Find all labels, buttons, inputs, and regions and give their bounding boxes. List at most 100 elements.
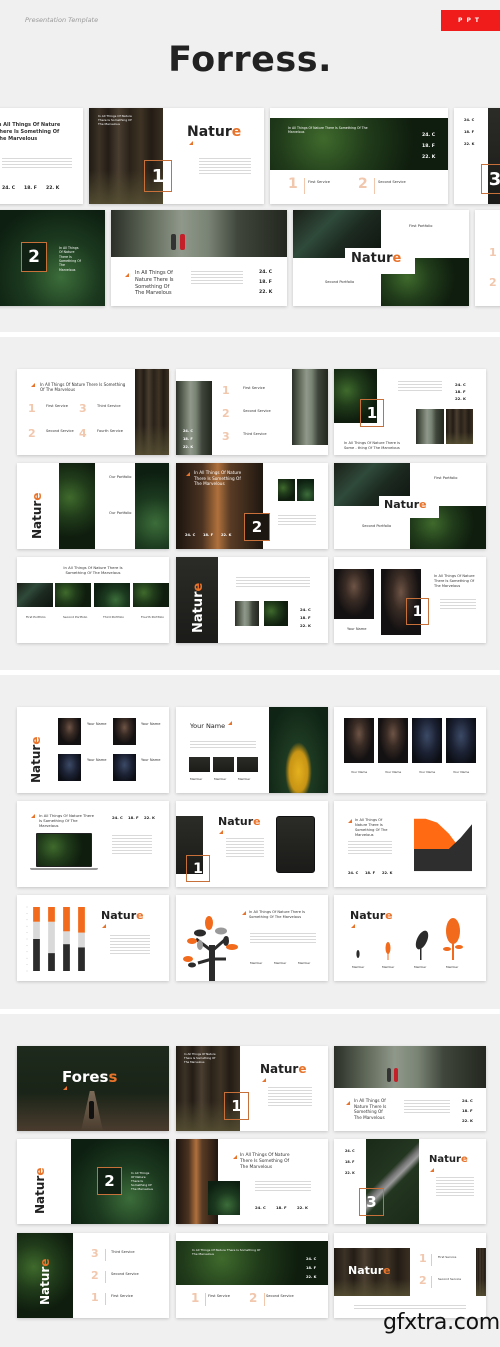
slide-tree-infographic[interactable]: In All Things Of Nature There Is Somethi…	[176, 895, 328, 981]
slide-nature-intro[interactable]: In All Things Of Nature There Is Somethi…	[89, 108, 264, 204]
stat-kelvin: 22. K	[464, 142, 475, 146]
stat-fahrenheit: 18. F	[128, 815, 139, 820]
member-name: Your Name	[351, 770, 368, 774]
bar-orange-3	[63, 907, 70, 932]
service-number: 2	[28, 427, 36, 440]
slide-four-services[interactable]: In All Things Of Nature There Is Somethi…	[17, 369, 169, 455]
slide-number-three-partial[interactable]: 24. C 18. F 22. K 3	[454, 108, 500, 204]
member-name: Your Name	[141, 722, 161, 726]
divider	[264, 1293, 265, 1306]
slide-team-four[interactable]: Nature Your Name Your Name Your Name You…	[17, 707, 169, 793]
slide-services-vertical[interactable]: Nature 3 Third Service 2 Second Service …	[17, 1233, 169, 1318]
slide-number-two[interactable]: 2 In All Things Of Nature There Is Somet…	[0, 210, 105, 306]
member-label: Member	[352, 965, 365, 969]
slide-number-two-vertical[interactable]: Nature 2 In All Things Of Nature There I…	[17, 1139, 169, 1224]
slide-number-two-sunset[interactable]: In All Things Of Nature There Is Somethi…	[176, 463, 328, 549]
slide-portfolio-nature[interactable]: Nature First Portfolio Second Portfolio	[293, 210, 469, 306]
stat-fahrenheit: 18. F	[365, 871, 376, 875]
stat-fahrenheit: 18. F	[24, 186, 37, 191]
bar-orange-1	[33, 907, 40, 922]
slide-bar-chart[interactable]: Nature	[17, 895, 169, 981]
portfolio-title: Third Portfolio	[103, 615, 124, 619]
body-text	[191, 271, 243, 286]
slide-laptop-mockup[interactable]: In All Things Of Nature There Is Somethi…	[17, 801, 169, 887]
hiker-red	[180, 234, 185, 250]
stat-fahrenheit: 18. F	[462, 1108, 473, 1113]
service-title: Fourth Service	[97, 429, 124, 433]
slide-nature-intro-2[interactable]: In All Things Of Nature There Is Somethi…	[176, 1046, 328, 1131]
hikers-photo	[111, 210, 287, 257]
leaf-orange	[187, 938, 197, 944]
slide-nature-vertical-dark[interactable]: Nature 24. C 18. F 22. K	[176, 557, 328, 643]
slide-heading: In All Things Of Nature There Is Somethi…	[40, 382, 126, 393]
slide-stats-partial[interactable]: In All Things Of Nature There Is Somethi…	[0, 108, 83, 204]
service-title: First Service	[308, 180, 330, 184]
body-text	[199, 158, 251, 176]
stat-fahrenheit: 18. F	[306, 1266, 317, 1270]
hiker-dark	[387, 1068, 391, 1082]
slide-team-row[interactable]: Your Name Your Name Your Name Your Name	[334, 707, 486, 793]
leaf-gray	[197, 940, 203, 950]
slide-portfolio-nature-small[interactable]: Nature First Portfolio Second Portfolio	[334, 463, 486, 549]
member-name: Your Name	[453, 770, 470, 774]
watermark: gfxtra.com	[383, 1310, 500, 1335]
accent-mark	[262, 1078, 266, 1082]
member-name: Your Name	[347, 627, 367, 631]
page-title: Forress.	[168, 40, 332, 80]
slide-our-portfolio[interactable]: Nature Our Portfolio Our Portfolio	[17, 463, 169, 549]
slide-number-three-road[interactable]: 24. C 18. F 22. K 3 Nature	[334, 1139, 486, 1224]
slide-services-banner[interactable]: In All Things Of Nature There Is Somethi…	[270, 108, 448, 204]
slide-tablet-mockup[interactable]: 1 Nature	[176, 801, 328, 887]
service-number: 1	[222, 384, 230, 397]
divider	[431, 1276, 432, 1288]
stat-kelvin: 22. K	[455, 396, 466, 401]
slide-area-chart[interactable]: In All Things Of Nature There Is Somethi…	[334, 801, 486, 887]
slide-heading: In All Things Of Nature There Is Somethi…	[194, 470, 242, 487]
slide-foress-cover[interactable]: Foress	[17, 1046, 169, 1131]
slide-three-services[interactable]: 24. C 18. F 22. K 1 First Service 2 Seco…	[176, 369, 328, 455]
fern-photo	[0, 210, 105, 306]
slide-growth-infographic[interactable]: Nature Member Member Member Member	[334, 895, 486, 981]
bar-dark-1	[33, 939, 40, 971]
member-label: Member	[250, 961, 263, 965]
accent-mark	[219, 830, 223, 834]
member-label: Member	[238, 777, 251, 781]
service-number: 2	[489, 276, 497, 289]
leaf-photo	[59, 463, 95, 549]
slide-your-name[interactable]: Your Name Member Member Member	[176, 707, 328, 793]
gallery-photo	[213, 757, 234, 772]
slide-caption: In All Things Of Nature There Is Somethi…	[59, 246, 81, 272]
member-label: Member	[446, 965, 459, 969]
stat-fahrenheit: 18. F	[276, 1205, 287, 1210]
stat-temperature: 24. C	[2, 186, 16, 191]
service-number: 1	[288, 176, 298, 192]
slide-four-portfolios[interactable]: In All Things Of Nature There Is Somethi…	[17, 557, 169, 643]
body-text	[398, 381, 442, 393]
service-title: Second Service	[266, 1294, 294, 1298]
stat-temperature: 24. C	[348, 871, 359, 875]
slide-services-banner-2[interactable]: In All Things Of Nature There Is Somethi…	[176, 1233, 328, 1318]
portfolio-photo	[94, 583, 130, 607]
stat-temperature: 24. C	[183, 429, 193, 433]
slide-team-member[interactable]: 1 Your Name In All Things Of Nature Ther…	[334, 557, 486, 643]
slide-nature-services[interactable]: Nature 1 First Service 2 Second Service	[334, 1233, 486, 1318]
slide-services-partial[interactable]: 1 2	[475, 210, 500, 306]
service-title: Second Service	[46, 429, 74, 433]
nature-heading: Nature	[429, 1154, 468, 1165]
stat-kelvin: 22. K	[300, 623, 311, 628]
accent-mark	[102, 924, 106, 928]
tree-illustration	[183, 916, 238, 981]
slide-heading: In All Things Of Nature There Is Somethi…	[249, 910, 306, 919]
growth-stages	[356, 918, 463, 960]
ppt-badge[interactable]: PPT	[441, 10, 500, 31]
service-title: Third Service	[97, 404, 121, 408]
portrait-photo	[113, 718, 136, 745]
service-title: First Service	[243, 386, 265, 390]
portrait-photo	[334, 569, 374, 619]
slide-path-light[interactable]: In All Things Of Nature There Is Somethi…	[176, 1139, 328, 1224]
portrait-photo	[344, 718, 374, 763]
slide-hikers-2[interactable]: In All Things Of Nature There Is Somethi…	[334, 1046, 486, 1131]
slide-hikers[interactable]: In All Things Of Nature There Is Somethi…	[111, 210, 287, 306]
plant-photo	[208, 1181, 240, 1215]
slide-number-one-gallery[interactable]: 1 In All Things Of Nature There is Some …	[334, 369, 486, 455]
